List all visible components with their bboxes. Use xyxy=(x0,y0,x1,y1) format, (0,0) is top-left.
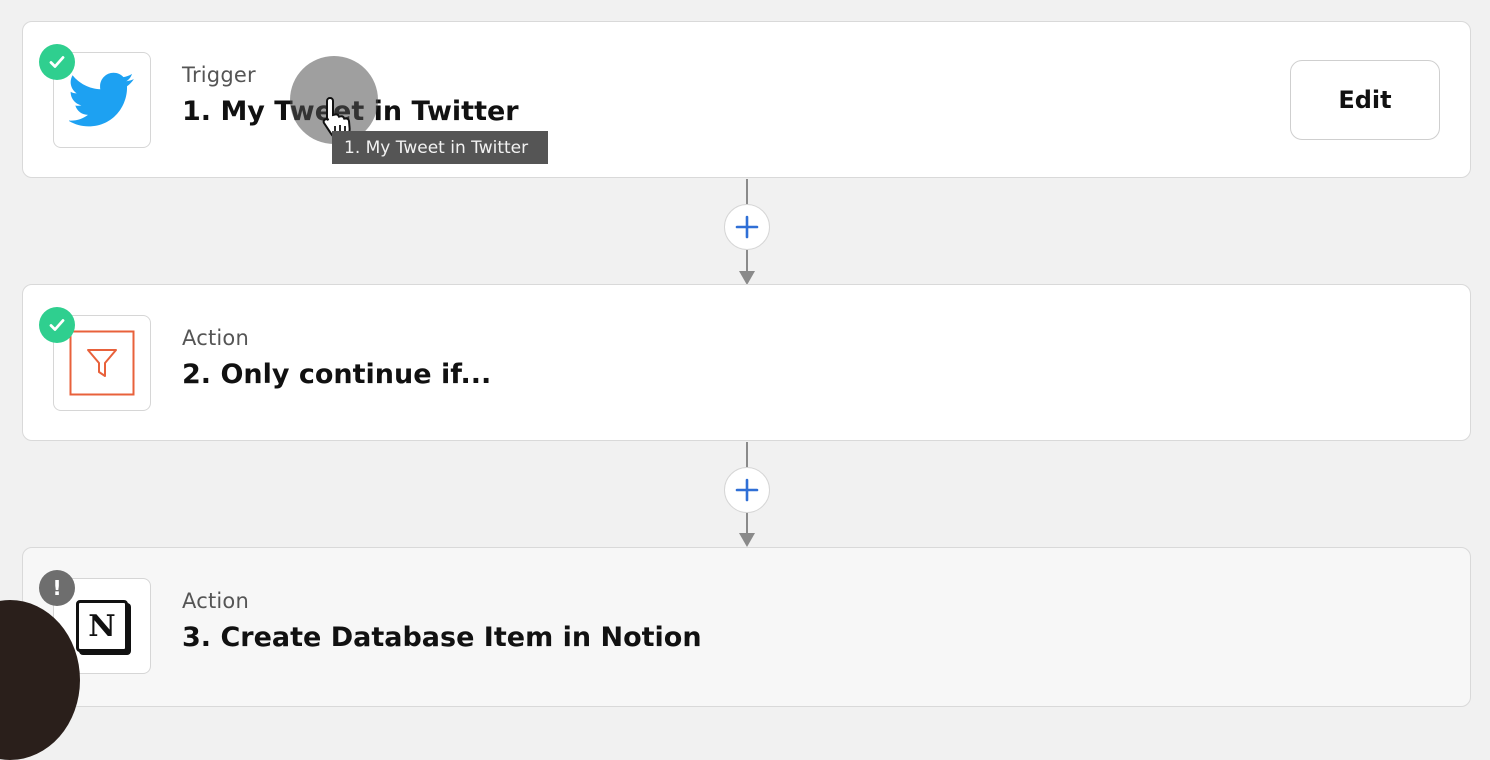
step-title[interactable]: 2. Only continue if... xyxy=(182,359,491,390)
filter-icon xyxy=(69,330,135,396)
connector-arrow-icon xyxy=(739,271,755,285)
step-card-trigger[interactable]: Trigger 1. My Tweet in Twitter Edit xyxy=(22,21,1471,178)
twitter-icon xyxy=(69,72,134,127)
edit-button[interactable]: Edit xyxy=(1290,60,1440,140)
add-step-button[interactable] xyxy=(724,467,770,513)
step-type-label: Action xyxy=(182,589,249,613)
step-card-filter[interactable]: Action 2. Only continue if... xyxy=(22,284,1471,441)
step-type-label: Action xyxy=(182,326,249,350)
add-step-button[interactable] xyxy=(724,204,770,250)
check-icon xyxy=(39,44,75,80)
step-title[interactable]: 3. Create Database Item in Notion xyxy=(182,622,702,653)
step-type-label: Trigger xyxy=(182,63,256,87)
plus-icon xyxy=(735,478,759,502)
warning-icon: ! xyxy=(39,570,75,606)
connector-line xyxy=(746,179,748,205)
connector-line xyxy=(746,442,748,468)
step-card-notion[interactable]: N ! Action 3. Create Database Item in No… xyxy=(22,547,1471,707)
notion-icon: N xyxy=(76,600,128,652)
connector-line xyxy=(746,250,748,272)
title-tooltip: 1. My Tweet in Twitter xyxy=(332,131,548,164)
connector-arrow-icon xyxy=(739,533,755,547)
check-icon xyxy=(39,307,75,343)
plus-icon xyxy=(735,215,759,239)
connector-line xyxy=(746,513,748,534)
